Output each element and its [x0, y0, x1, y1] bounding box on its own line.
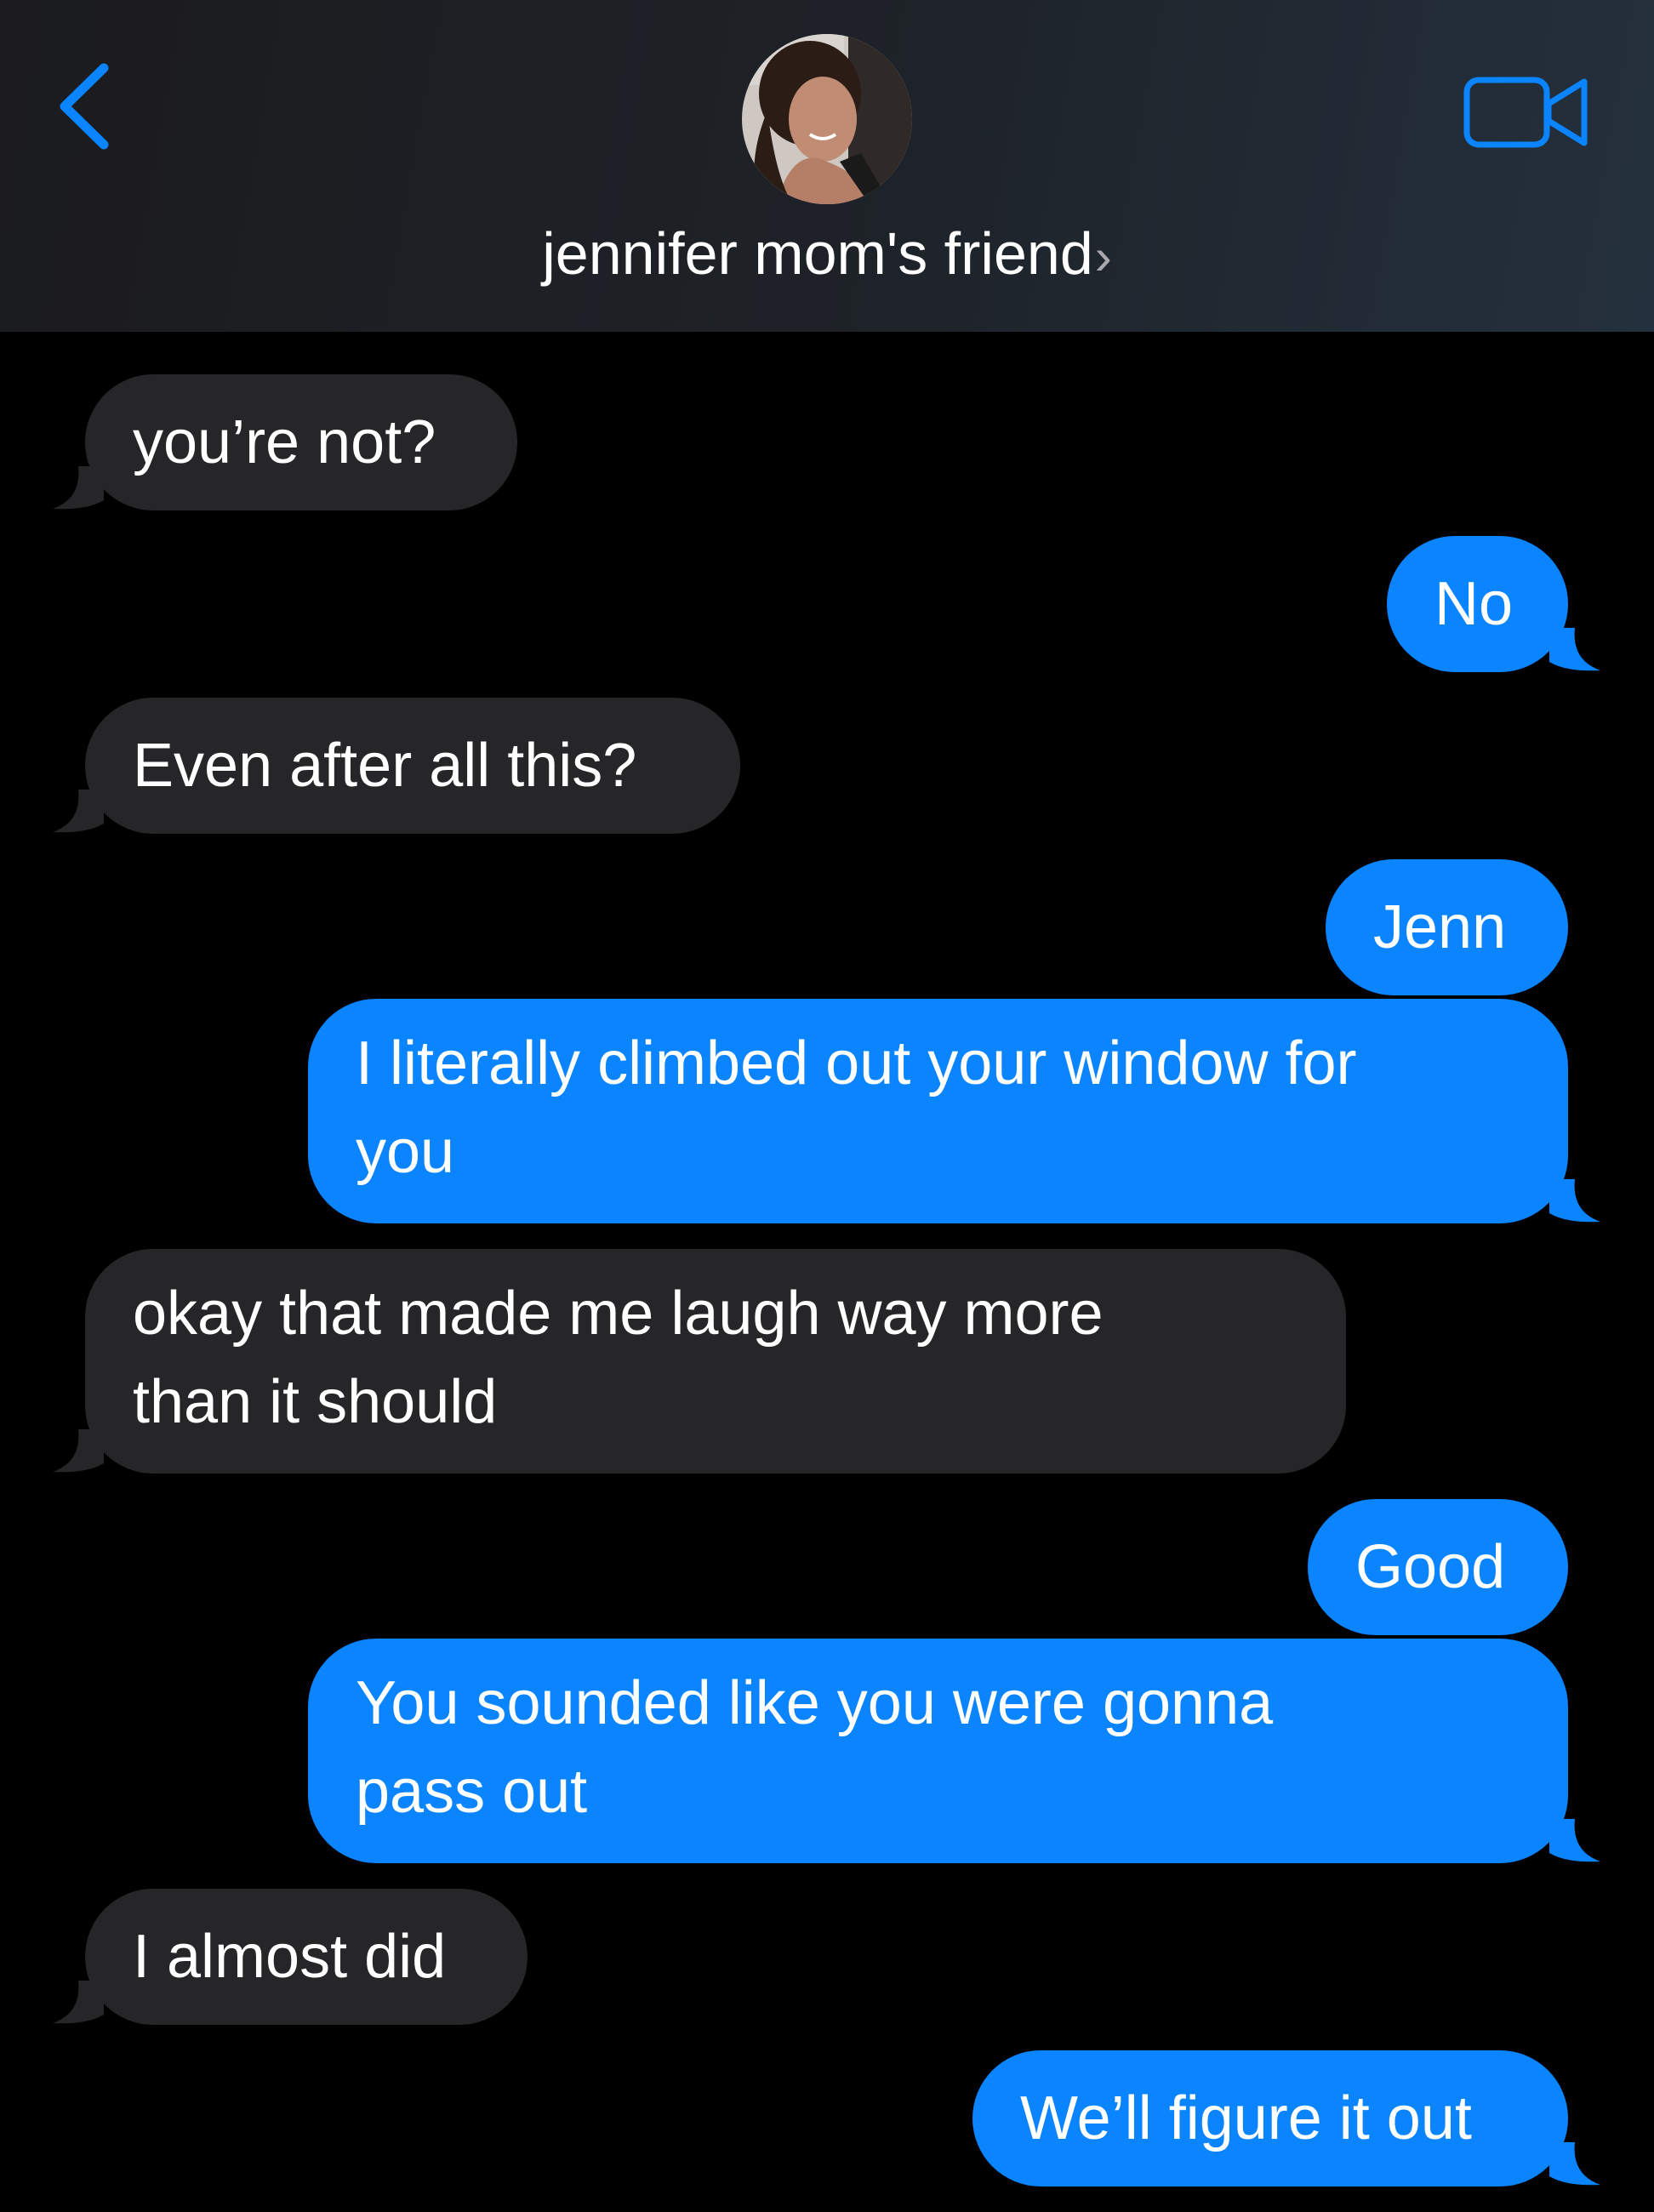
outgoing-message[interactable]: You sounded like you were gonna pass out [308, 1639, 1600, 1863]
conversation-header: jennifer mom's friend› [0, 0, 1654, 332]
bubble-tail [1549, 2142, 1600, 2186]
avatar-photo [742, 34, 912, 204]
message-bubble[interactable]: okay that made me laugh way more than it … [85, 1249, 1346, 1474]
message-bubble[interactable]: Jenn [1326, 859, 1568, 995]
message-text-line: than it should [133, 1368, 498, 1436]
bubble-tail [1549, 628, 1600, 671]
message-bubble[interactable]: I almost did [85, 1889, 528, 2025]
incoming-message[interactable]: I almost did [53, 1889, 528, 2025]
outgoing-message[interactable]: I literally climbed out your window for y… [308, 999, 1600, 1223]
outgoing-message[interactable]: We’ll figure it out [972, 2050, 1600, 2186]
message-text-line: okay that made me laugh way more [133, 1280, 1104, 1348]
incoming-message[interactable]: okay that made me laugh way more than it … [53, 1249, 1346, 1474]
message-text-line: you [356, 1118, 455, 1186]
message-bubble[interactable]: No [1387, 536, 1568, 672]
message-bubble[interactable]: I literally climbed out your window for y… [308, 999, 1568, 1223]
back-button[interactable] [48, 60, 124, 153]
message-text-line: I literally climbed out your window for [356, 1029, 1357, 1097]
outgoing-message[interactable]: Good [1308, 1499, 1568, 1635]
message-bubble[interactable]: Even after all this? [85, 698, 740, 834]
message-bubble[interactable]: you’re not? [85, 374, 517, 510]
bubble-tail [53, 790, 104, 833]
message-bubble[interactable]: Good [1308, 1499, 1568, 1635]
contact-name-button[interactable]: jennifer mom's friend› [0, 211, 1654, 299]
message-text-line: Good [1355, 1533, 1506, 1601]
outgoing-message[interactable]: Jenn [1326, 859, 1568, 995]
incoming-message[interactable]: you’re not? [53, 374, 517, 510]
contact-avatar[interactable] [742, 34, 912, 204]
chevron-left-icon [60, 63, 109, 150]
bubble-tail [1549, 1819, 1600, 1862]
message-text-line: I almost did [133, 1923, 447, 1991]
incoming-message[interactable]: Even after all this? [53, 698, 740, 834]
message-bubble[interactable]: We’ll figure it out [972, 2050, 1568, 2186]
message-text-line: Jenn [1373, 893, 1507, 961]
message-text-line: You sounded like you were gonna [356, 1669, 1274, 1737]
bubble-tail [53, 1981, 104, 2024]
video-camera-icon [1463, 77, 1588, 148]
message-text-line: you’re not? [133, 408, 436, 476]
bubble-tail [53, 466, 104, 510]
message-text-line: No [1434, 570, 1514, 638]
name-chevron-icon: › [1094, 228, 1112, 285]
message-text-line: Even after all this? [133, 732, 637, 800]
bubble-tail [53, 1429, 104, 1473]
message-text-line: We’ll figure it out [1020, 2084, 1472, 2152]
message-bubble[interactable]: You sounded like you were gonna pass out [308, 1639, 1568, 1863]
bubble-tail [1549, 1179, 1600, 1223]
outgoing-message[interactable]: No [1387, 536, 1600, 672]
message-text-line: pass out [356, 1758, 588, 1826]
facetime-video-button[interactable] [1463, 70, 1591, 155]
contact-name: jennifer mom's friend [542, 220, 1093, 287]
